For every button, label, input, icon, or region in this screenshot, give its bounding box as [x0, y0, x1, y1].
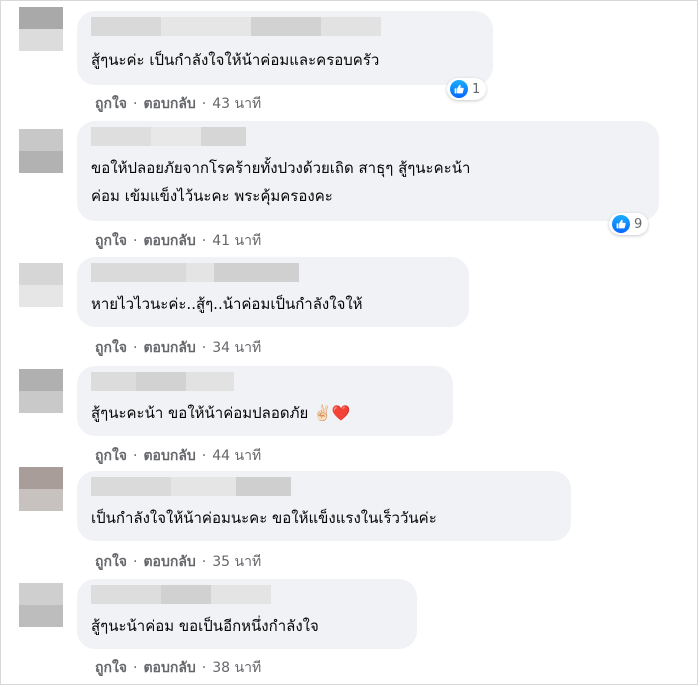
comment-bubble: สู้ๆนะน้าค่อม ขอเป็นอีกหนึ่งกำลังใจ [77, 579, 417, 649]
blurred-author-name[interactable] [91, 17, 381, 36]
blurred-author-name[interactable] [91, 585, 271, 604]
like-icon [612, 215, 630, 233]
comment-text-line: ค่อม เข้มแข็งไว้นะคะ พระคุ้มครองคะ [91, 187, 333, 205]
like-link[interactable]: ถูกใจ [95, 340, 127, 356]
like-link[interactable]: ถูกใจ [95, 448, 127, 464]
comment-bubble: ขอให้ปลอยภัยจากโรคร้ายทั้งปวงด้วยเถิด สา… [77, 121, 659, 221]
comments-panel: สู้ๆนะค่ะ เป็นกำลังใจให้น้าค่อมและครอบคร… [0, 0, 698, 685]
comment-actions: ถูกใจ · ตอบกลับ · 34 นาที [95, 337, 261, 359]
blurred-author-name[interactable] [91, 127, 246, 146]
separator: · [133, 233, 138, 249]
reply-link[interactable]: ตอบกลับ [143, 660, 195, 676]
blurred-author-name[interactable] [91, 263, 299, 282]
avatar[interactable] [19, 583, 63, 627]
separator: · [133, 340, 138, 356]
comment-text: สู้ๆนะค่ะ เป็นกำลังใจให้น้าค่อมและครอบคร… [91, 51, 380, 69]
timestamp[interactable]: 34 นาที [212, 340, 261, 356]
avatar[interactable] [19, 129, 63, 173]
like-link[interactable]: ถูกใจ [95, 233, 127, 249]
avatar[interactable] [19, 263, 63, 307]
comment-actions: ถูกใจ · ตอบกลับ · 41 นาที [95, 230, 261, 252]
avatar[interactable] [19, 467, 63, 511]
like-icon [450, 80, 468, 98]
separator: · [133, 448, 138, 464]
timestamp[interactable]: 43 นาที [212, 96, 261, 112]
comment-actions: ถูกใจ · ตอบกลับ · 38 นาที [95, 657, 261, 679]
comment-actions: ถูกใจ · ตอบกลับ · 43 นาที [95, 93, 261, 115]
like-link[interactable]: ถูกใจ [95, 660, 127, 676]
reply-link[interactable]: ตอบกลับ [143, 554, 195, 570]
comment-bubble: สู้ๆนะคะน้า ขอให้น้าค่อมปลอดภัย ✌🏻❤️ [77, 366, 453, 436]
comment-actions: ถูกใจ · ตอบกลับ · 44 นาที [95, 445, 261, 467]
comment-text: หายไวไวนะค่ะ..สู้ๆ..น้าค่อมเป็นกำลังใจให… [91, 295, 363, 313]
separator: · [201, 660, 207, 676]
separator: · [201, 554, 207, 570]
reaction-count: 1 [472, 81, 481, 97]
separator: · [133, 660, 138, 676]
reply-link[interactable]: ตอบกลับ [143, 233, 195, 249]
separator: · [201, 96, 207, 112]
blurred-author-name[interactable] [91, 477, 291, 496]
reply-link[interactable]: ตอบกลับ [143, 96, 195, 112]
separator: · [201, 233, 207, 249]
comment-text: สู้ๆนะน้าค่อม ขอเป็นอีกหนึ่งกำลังใจ [91, 617, 319, 635]
separator: · [201, 448, 207, 464]
comment-bubble: เป็นกำลังใจให้น้าค่อมนะคะ ขอให้แข็งแรงใน… [77, 471, 571, 541]
timestamp[interactable]: 38 นาที [212, 660, 261, 676]
comment-bubble: หายไวไวนะค่ะ..สู้ๆ..น้าค่อมเป็นกำลังใจให… [77, 257, 469, 327]
reaction-badge[interactable]: 1 [447, 78, 487, 100]
reaction-count: 9 [634, 216, 643, 232]
separator: · [201, 340, 207, 356]
avatar[interactable] [19, 369, 63, 413]
comment-text: เป็นกำลังใจให้น้าค่อมนะคะ ขอให้แข็งแรงใน… [91, 509, 437, 527]
timestamp[interactable]: 35 นาที [212, 554, 261, 570]
timestamp[interactable]: 44 นาที [212, 448, 261, 464]
comment-text: สู้ๆนะคะน้า ขอให้น้าค่อมปลอดภัย ✌🏻❤️ [91, 404, 351, 422]
reply-link[interactable]: ตอบกลับ [143, 340, 195, 356]
avatar[interactable] [19, 7, 63, 51]
reply-link[interactable]: ตอบกลับ [143, 448, 195, 464]
comment-bubble: สู้ๆนะค่ะ เป็นกำลังใจให้น้าค่อมและครอบคร… [77, 11, 493, 85]
separator: · [133, 96, 138, 112]
comment-actions: ถูกใจ · ตอบกลับ · 35 นาที [95, 551, 261, 573]
like-link[interactable]: ถูกใจ [95, 96, 127, 112]
separator: · [133, 554, 138, 570]
comment-text-line: ขอให้ปลอยภัยจากโรคร้ายทั้งปวงด้วยเถิด สา… [91, 159, 471, 177]
blurred-author-name[interactable] [91, 372, 234, 391]
like-link[interactable]: ถูกใจ [95, 554, 127, 570]
timestamp[interactable]: 41 นาที [212, 233, 261, 249]
reaction-badge[interactable]: 9 [609, 213, 649, 235]
